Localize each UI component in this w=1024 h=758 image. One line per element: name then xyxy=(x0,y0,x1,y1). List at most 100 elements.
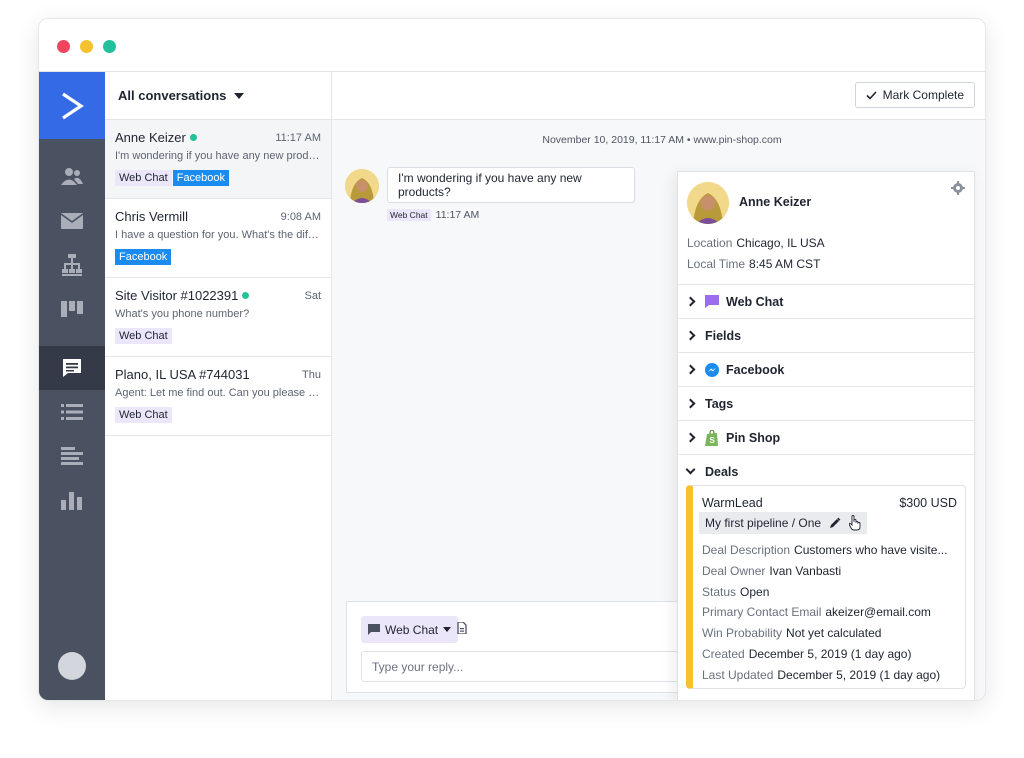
sidebar-item-conversations[interactable] xyxy=(39,346,105,390)
channel-tag-webchat: Web Chat xyxy=(387,209,431,221)
maximize-window-button[interactable] xyxy=(103,40,116,53)
local-time-row: Local Time 8:45 AM CST xyxy=(687,257,820,271)
minimize-window-button[interactable] xyxy=(80,40,93,53)
messenger-icon xyxy=(705,362,719,377)
conversation-preview: What's you phone number? xyxy=(115,308,250,320)
sidebar-item-reports[interactable] xyxy=(39,479,105,523)
contact-name: Anne Keizer xyxy=(739,195,812,209)
channel-tag-webchat: Web Chat xyxy=(115,328,172,344)
location-row: Location Chicago, IL USA xyxy=(687,236,825,250)
section-web-chat[interactable]: Web Chat xyxy=(678,284,974,318)
conversation-item[interactable]: Plano, IL USA #744031 Thu Agent: Let me … xyxy=(105,357,331,436)
conversation-time: Thu xyxy=(302,369,321,381)
chevron-right-icon xyxy=(685,432,696,443)
sidebar-item-automations[interactable] xyxy=(39,243,105,287)
section-label: Facebook xyxy=(726,362,785,377)
contact-details-panel: Anne Keizer Location Chicago, IL USA Loca… xyxy=(677,171,975,700)
deal-pipeline[interactable]: My first pipeline / One xyxy=(699,512,868,534)
chevron-right-icon xyxy=(685,398,696,409)
section-deals[interactable]: Deals xyxy=(678,454,974,488)
section-label: Fields xyxy=(705,328,742,343)
channel-tag-webchat: Web Chat xyxy=(115,170,172,186)
online-status-dot xyxy=(242,292,250,299)
deal-field-row: Primary Contact Email akeizer@email.com xyxy=(702,605,931,619)
deal-pipeline-label: My first pipeline / One xyxy=(705,516,822,530)
title-bar xyxy=(39,19,985,72)
close-window-button[interactable] xyxy=(57,40,70,53)
conversation-time: 11:17 AM xyxy=(275,132,321,144)
shopify-icon: S xyxy=(705,429,718,446)
reply-input[interactable] xyxy=(361,651,691,682)
section-fields[interactable]: Fields xyxy=(678,318,974,352)
contact-photo xyxy=(345,169,379,203)
local-time-label: Local Time xyxy=(687,257,746,271)
checkmark-icon xyxy=(866,90,877,100)
avatar xyxy=(687,182,729,224)
section-pin-shop[interactable]: S Pin Shop xyxy=(678,420,974,454)
conversation-item[interactable]: Anne Keizer 11:17 AM I'm wondering if yo… xyxy=(105,120,331,199)
conversation-item[interactable]: Site Visitor #1022391 Sat What's you pho… xyxy=(105,278,331,357)
deal-field-row: Created December 5, 2019 (1 day ago) xyxy=(702,647,912,661)
contacts-icon xyxy=(61,168,83,185)
message-bubble: I'm wondering if you have any new produc… xyxy=(387,167,635,203)
channel-tag-facebook: Facebook xyxy=(115,249,172,265)
conversations-icon xyxy=(63,359,81,377)
deal-field-row: Win Probability Not yet calculated xyxy=(702,626,882,640)
chat-header: Mark Complete xyxy=(332,72,985,120)
deal-field-row: Deal Owner Ivan Vanbasti xyxy=(702,564,842,578)
location-value: Chicago, IL USA xyxy=(736,236,825,250)
channel-tag-webchat: Web Chat xyxy=(115,407,172,423)
channel-tag-facebook: Facebook xyxy=(172,170,230,186)
avatar xyxy=(345,169,379,203)
chevron-down-icon xyxy=(685,464,696,475)
section-tags[interactable]: Tags xyxy=(678,386,974,420)
online-status-dot xyxy=(189,134,197,141)
user-avatar[interactable] xyxy=(58,652,86,680)
conversation-list: All conversations Anne Keizer 11:17 AM I… xyxy=(105,72,332,700)
conversation-time: 9:08 AM xyxy=(280,211,321,223)
pencil-icon[interactable] xyxy=(829,517,841,529)
template-icon[interactable] xyxy=(457,622,467,634)
sidebar-item-deals[interactable] xyxy=(39,287,105,331)
section-facebook[interactable]: Facebook xyxy=(678,352,974,386)
webchat-icon xyxy=(705,295,719,308)
local-time-value: 8:45 AM CST xyxy=(749,257,821,271)
deal-field-row: Last Updated December 5, 2019 (1 day ago) xyxy=(702,668,941,682)
message-time: 11:17 AM xyxy=(435,209,480,221)
section-label: Tags xyxy=(705,396,734,411)
chart-icon xyxy=(61,492,82,510)
gear-icon[interactable] xyxy=(951,181,965,195)
reports-icon xyxy=(61,447,83,465)
conversation-preview: I have a question for you. What's the di… xyxy=(115,229,321,241)
hand-cursor-icon xyxy=(849,515,861,531)
sidebar-item-campaigns[interactable] xyxy=(39,199,105,243)
conversation-preview: I'm wondering if you have any new produc… xyxy=(115,150,321,162)
channel-select-label: Web Chat xyxy=(385,622,439,637)
channel-select-button[interactable]: Web Chat xyxy=(361,616,459,643)
mark-complete-button[interactable]: Mark Complete xyxy=(854,82,975,108)
logo-icon xyxy=(62,92,84,119)
location-label: Location xyxy=(687,236,733,250)
sidebar xyxy=(39,72,105,700)
deal-value: $300 USD xyxy=(899,496,957,510)
chevron-right-icon xyxy=(685,330,696,341)
conversation-item[interactable]: Chris Vermill 9:08 AM I have a question … xyxy=(105,199,331,278)
deal-card[interactable]: WarmLead $300 USD My first pipeline / On… xyxy=(686,485,966,689)
contact-photo xyxy=(687,182,729,224)
logo[interactable] xyxy=(39,72,105,139)
conversation-filter-dropdown[interactable]: All conversations xyxy=(105,72,331,120)
conversation-preview: Agent: Let me find out. Can you please s… xyxy=(115,387,321,399)
conversation-time: Sat xyxy=(304,290,321,302)
chat-date-line: November 10, 2019, 11:17 AM • www.pin-sh… xyxy=(542,134,782,146)
svg-text:S: S xyxy=(710,436,716,445)
sidebar-item-contacts[interactable] xyxy=(39,154,105,198)
message-meta: Web Chat 11:17 AM xyxy=(387,209,479,221)
conversation-filter-label: All conversations xyxy=(118,88,227,103)
sidebar-item-lists[interactable] xyxy=(39,390,105,434)
section-label: Pin Shop xyxy=(726,430,781,445)
conversation-name: Plano, IL USA #744031 xyxy=(115,367,250,382)
chat-bubble-icon xyxy=(368,624,380,635)
sidebar-item-content[interactable] xyxy=(39,434,105,478)
lists-icon xyxy=(61,404,83,420)
conversation-name: Site Visitor #1022391 xyxy=(115,288,321,303)
